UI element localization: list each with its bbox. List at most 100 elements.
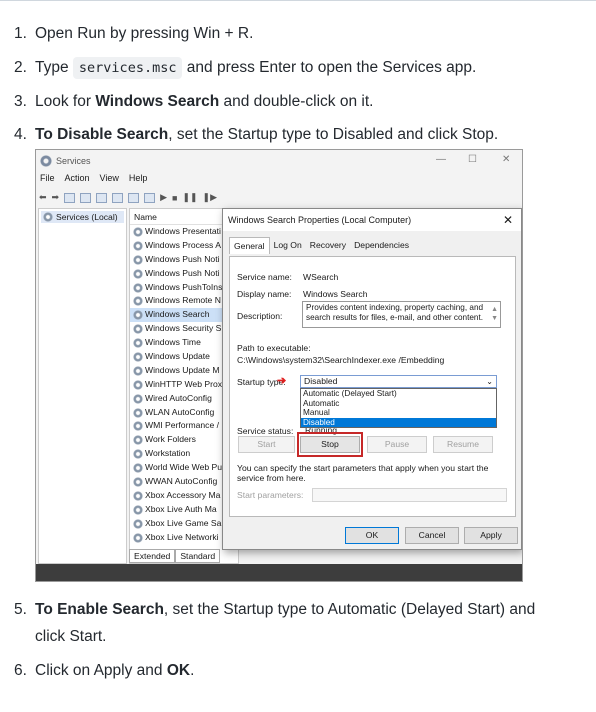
- startup-type-select[interactable]: Disabled ⌄: [300, 375, 497, 388]
- service-gear-icon: [133, 407, 143, 418]
- maximize-icon[interactable]: ☐: [468, 154, 477, 165]
- restart-icon[interactable]: ❚▶: [203, 192, 217, 203]
- pause-icon[interactable]: ❚❚: [182, 192, 197, 203]
- service-name: Windows Process A: [145, 239, 221, 250]
- step-number: 4.: [14, 126, 27, 143]
- tab-dependencies[interactable]: Dependencies: [350, 237, 413, 254]
- services-gear-icon: [40, 155, 52, 167]
- close-icon[interactable]: ✕: [502, 154, 510, 165]
- services-gear-icon: [43, 212, 53, 222]
- option-manual[interactable]: Manual: [301, 408, 496, 418]
- startup-type-dropdown: Automatic (Delayed Start) Automatic Manu…: [300, 388, 497, 429]
- step-6: 6. Click on Apply and OK.: [14, 657, 584, 684]
- service-name-label: Service name:: [237, 272, 292, 282]
- tree-item-label: Services (Local): [56, 212, 118, 222]
- service-gear-icon: [133, 310, 143, 321]
- status-bar: [36, 564, 522, 581]
- service-name: Windows Push Noti: [145, 267, 220, 278]
- back-arrow-icon[interactable]: ⬅: [39, 192, 47, 203]
- help-icon[interactable]: [128, 192, 140, 203]
- tab-recovery[interactable]: Recovery: [306, 237, 350, 254]
- step-5: 5. To Enable Search, set the Startup typ…: [14, 596, 584, 650]
- start-button[interactable]: Start: [238, 436, 295, 453]
- step-text: and double-click on it.: [219, 93, 374, 110]
- service-name: Windows Push Noti: [145, 253, 220, 264]
- service-gear-icon: [133, 296, 143, 307]
- dialog-close-icon[interactable]: ✕: [503, 209, 513, 231]
- step-number: 6.: [14, 662, 27, 679]
- forward-arrow-icon[interactable]: ➡: [52, 192, 60, 203]
- display-name-value: Windows Search: [303, 289, 368, 299]
- step-4: 4. To Disable Search, set the Startup typ…: [14, 121, 584, 148]
- menu-help[interactable]: Help: [129, 173, 148, 183]
- service-gear-icon: [133, 338, 143, 349]
- service-name: Work Folders: [145, 434, 196, 445]
- service-name: World Wide Web Pu: [145, 462, 223, 473]
- option-disabled[interactable]: Disabled: [301, 417, 496, 428]
- cancel-button[interactable]: Cancel: [405, 527, 459, 544]
- properties-icon[interactable]: [144, 192, 156, 203]
- service-gear-icon: [133, 268, 143, 279]
- ok-button[interactable]: OK: [345, 527, 399, 544]
- refresh-icon[interactable]: [96, 192, 108, 203]
- display-name-label: Display name:: [237, 289, 292, 299]
- service-name: Windows Time: [145, 337, 201, 348]
- service-name: Wired AutoConfig: [145, 392, 212, 403]
- path-label: Path to executable:: [237, 343, 311, 353]
- step-number: 1.: [14, 25, 27, 42]
- option-automatic-delayed[interactable]: Automatic (Delayed Start): [301, 389, 496, 399]
- resume-button[interactable]: Resume: [433, 436, 493, 453]
- dialog-titlebar: Windows Search Properties (Local Compute…: [223, 209, 521, 231]
- properties-dialog: Windows Search Properties (Local Compute…: [222, 208, 522, 550]
- description-box[interactable]: Provides content indexing, property cach…: [302, 301, 501, 328]
- service-gear-icon: [133, 463, 143, 474]
- pause-button[interactable]: Pause: [367, 436, 427, 453]
- play-icon[interactable]: ▶: [160, 192, 167, 203]
- service-gear-icon: [133, 435, 143, 446]
- service-name: Windows Security S: [145, 323, 222, 334]
- tab-extended[interactable]: Extended: [129, 549, 176, 563]
- console-tree-icon[interactable]: [64, 192, 76, 203]
- service-gear-icon: [133, 504, 143, 515]
- option-automatic[interactable]: Automatic: [301, 399, 496, 409]
- service-status-label: Service status:: [237, 426, 294, 436]
- service-name: Workstation: [145, 448, 191, 459]
- service-name: Xbox Live Networki: [145, 531, 219, 542]
- scroll-arrows-icon[interactable]: ▲ ▼: [491, 305, 498, 323]
- step-bold-text: OK: [166, 662, 191, 679]
- tab-log-on[interactable]: Log On: [270, 237, 306, 254]
- menu-view[interactable]: View: [100, 173, 119, 183]
- service-gear-icon: [133, 240, 143, 251]
- apply-button[interactable]: Apply: [464, 527, 518, 544]
- service-gear-icon: [133, 254, 143, 265]
- toolbar: ⬅ ➡ ▶ ■ ❚❚ ❚▶: [39, 190, 217, 205]
- start-params-hint: You can specify the start parameters tha…: [237, 463, 489, 483]
- service-name: Windows Update M: [145, 364, 220, 375]
- tab-general[interactable]: General: [229, 237, 270, 254]
- stop-icon[interactable]: ■: [172, 193, 177, 203]
- step-bold-text: Windows Search: [95, 93, 220, 110]
- service-name: Windows PushToIns: [145, 281, 223, 292]
- service-gear-icon: [133, 351, 143, 362]
- menu-action[interactable]: Action: [65, 173, 90, 183]
- tree-item-services-local[interactable]: Services (Local): [41, 211, 124, 223]
- menu-file[interactable]: File: [40, 173, 55, 183]
- chevron-down-icon: ⌄: [486, 377, 493, 386]
- step-text: Type: [35, 59, 73, 76]
- list-view-icon[interactable]: [80, 192, 92, 203]
- service-gear-icon: [133, 393, 143, 404]
- start-params-input[interactable]: [312, 488, 507, 502]
- export-icon[interactable]: [112, 192, 124, 203]
- start-params-label: Start parameters:: [237, 490, 304, 500]
- step-number: 3.: [14, 93, 27, 110]
- step-2: 2. Type services.msc and press Enter to o…: [14, 54, 584, 82]
- tab-standard[interactable]: Standard: [175, 549, 221, 563]
- step-text: , set the Startup type to Disabled and c…: [168, 126, 499, 143]
- minimize-icon[interactable]: —: [436, 154, 446, 165]
- dialog-tabs: General Log On Recovery Dependencies: [229, 237, 413, 254]
- services-screenshot: Services — ☐ ✕ File Action View Help ⬅ ➡…: [35, 149, 523, 582]
- step-text-wrap: To Enable Search, set the Startup type t…: [35, 596, 555, 650]
- step-text: .: [190, 662, 195, 679]
- service-gear-icon: [133, 421, 143, 432]
- service-name: WinHTTP Web Prox: [145, 378, 223, 389]
